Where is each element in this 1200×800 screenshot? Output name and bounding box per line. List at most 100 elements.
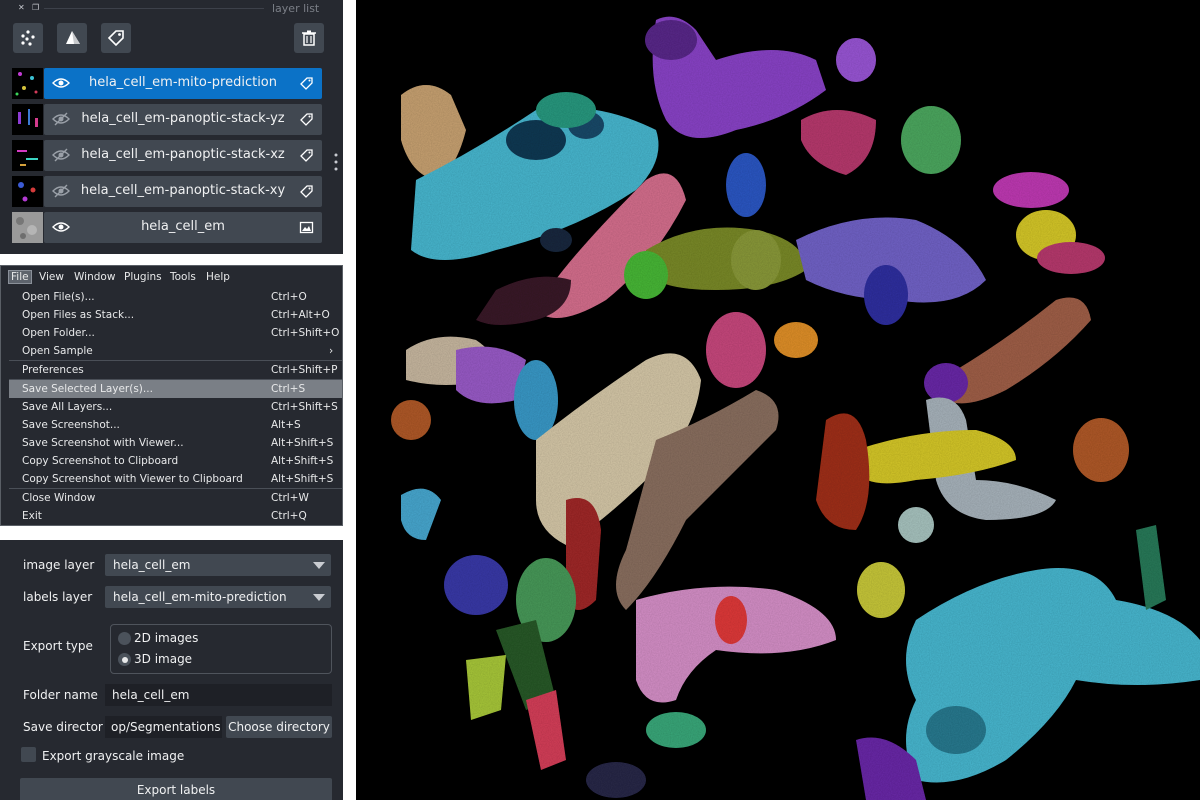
folder-name-field[interactable]: hela_cell_em	[105, 684, 332, 706]
undock-panel-icon[interactable]: ❐	[32, 3, 39, 12]
hidden-eye-icon[interactable]	[52, 111, 70, 127]
menu-bar: File View Window Plugins Tools Help	[1, 266, 342, 288]
menu-item-copy-screenshot[interactable]: Copy Screenshot to Clipboard Alt+Shift+S	[9, 452, 342, 470]
export-type-label: Export type	[23, 639, 93, 653]
menu-item-shortcut: Alt+Shift+S	[271, 473, 334, 485]
layer-name[interactable]: hela_cell_em-panoptic-stack-xz	[74, 147, 292, 162]
menu-item-copy-screenshot-viewer[interactable]: Copy Screenshot with Viewer to Clipboard…	[9, 470, 342, 488]
menu-item-save-screenshot[interactable]: Save Screenshot... Alt+S	[9, 416, 342, 434]
save-directory-value: op/Segmentations	[111, 720, 221, 734]
menu-item-label: Copy Screenshot to Clipboard	[22, 455, 179, 467]
shapes-layer-icon	[66, 31, 80, 44]
trash-icon	[302, 30, 316, 46]
menu-item-save-screenshot-viewer[interactable]: Save Screenshot with Viewer... Alt+Shift+…	[9, 434, 342, 452]
menu-help[interactable]: Help	[206, 271, 230, 283]
delete-layer-button[interactable]	[294, 23, 324, 53]
menu-item-label: Close Window	[22, 492, 96, 504]
new-shapes-layer-button[interactable]	[57, 23, 87, 53]
layer-list-title: layer list	[272, 2, 320, 15]
labels-layer-label: labels layer	[23, 590, 93, 604]
menu-item-shortcut: Ctrl+Q	[271, 510, 307, 522]
menu-item-shortcut: Alt+Shift+S	[271, 437, 334, 449]
menu-item-shortcut: Ctrl+Shift+S	[271, 401, 338, 413]
menu-tools[interactable]: Tools	[170, 271, 196, 283]
layer-row-hela-cell-em[interactable]: hela_cell_em	[12, 212, 322, 243]
menu-item-exit[interactable]: Exit Ctrl+Q	[9, 507, 342, 525]
menu-item-shortcut: Alt+S	[271, 419, 301, 431]
grayscale-checkbox[interactable]	[21, 747, 36, 762]
label-tag-icon	[300, 149, 313, 162]
save-directory-field[interactable]: op/Segmentations	[105, 716, 222, 738]
new-points-layer-button[interactable]	[13, 23, 43, 53]
image-layer-dropdown[interactable]: hela_cell_em	[105, 554, 331, 576]
label-tag-icon	[300, 77, 313, 90]
visibility-eye-icon[interactable]	[52, 75, 70, 91]
menu-item-save-selected-layers[interactable]: Save Selected Layer(s)... Ctrl+S	[9, 380, 342, 398]
labels-layer-icon	[107, 30, 124, 47]
menu-window[interactable]: Window	[74, 271, 115, 283]
file-menu-panel: File View Window Plugins Tools Help Open…	[0, 265, 343, 526]
labels-layer-dropdown[interactable]: hela_cell_em-mito-prediction	[105, 586, 331, 608]
visibility-eye-icon[interactable]	[52, 219, 70, 235]
chevron-down-icon	[313, 562, 325, 569]
panel-resize-handle[interactable]	[333, 152, 339, 172]
new-labels-layer-button[interactable]	[101, 23, 131, 53]
export-labels-button[interactable]: Export labels	[20, 778, 332, 800]
3d-viewer-canvas[interactable]	[356, 0, 1200, 800]
export-widget-panel: image layer hela_cell_em labels layer he…	[0, 540, 343, 800]
layer-row-panoptic-xy[interactable]: hela_cell_em-panoptic-stack-xy	[12, 176, 322, 207]
labels-layer-value: hela_cell_em-mito-prediction	[113, 590, 287, 604]
menu-item-label: Save Screenshot with Viewer...	[22, 437, 184, 449]
layer-name[interactable]: hela_cell_em	[74, 219, 292, 234]
layer-list-header: ✕ ❐ layer list	[0, 0, 343, 16]
menu-item-label: Open Folder...	[22, 327, 95, 339]
menu-item-label: Open Files as Stack...	[22, 309, 135, 321]
grayscale-label: Export grayscale image	[42, 749, 185, 763]
segmentation-3d-render	[391, 16, 1200, 800]
image-icon	[299, 221, 314, 234]
radio-3d-image[interactable]	[118, 653, 131, 666]
menu-item-shortcut: Alt+Shift+S	[271, 455, 334, 467]
export-type-group: 2D images 3D image	[110, 624, 332, 674]
folder-name-label: Folder name	[23, 688, 98, 702]
float-panel-icon[interactable]: ✕	[18, 3, 25, 12]
layer-row-panoptic-yz[interactable]: hela_cell_em-panoptic-stack-yz	[12, 104, 322, 135]
menu-item-label: Exit	[22, 510, 42, 522]
menu-item-label: Save Selected Layer(s)...	[22, 383, 153, 395]
menu-item-label: Copy Screenshot with Viewer to Clipboard	[22, 473, 243, 485]
menu-item-label: Preferences	[22, 364, 84, 376]
layer-row-mito-prediction[interactable]: hela_cell_em-mito-prediction	[12, 68, 322, 99]
layer-name[interactable]: hela_cell_em-mito-prediction	[74, 75, 292, 90]
layer-thumbnail	[12, 68, 43, 99]
menu-item-open-files[interactable]: Open File(s)... Ctrl+O	[9, 288, 342, 306]
menu-plugins[interactable]: Plugins	[124, 271, 162, 283]
image-layer-label: image layer	[23, 558, 95, 572]
menu-item-label: Save All Layers...	[22, 401, 113, 413]
folder-name-value: hela_cell_em	[112, 688, 190, 702]
radio-2d-images[interactable]	[118, 632, 131, 645]
menu-item-open-folder[interactable]: Open Folder... Ctrl+Shift+O	[9, 324, 342, 342]
menu-file[interactable]: File	[8, 270, 32, 284]
menu-item-shortcut: Ctrl+Shift+O	[271, 327, 340, 339]
menu-item-label: Save Screenshot...	[22, 419, 120, 431]
radio-2d-label: 2D images	[134, 631, 199, 645]
choose-directory-button[interactable]: Choose directory	[226, 716, 332, 738]
menu-item-open-sample[interactable]: Open Sample ›	[9, 342, 342, 360]
image-layer-value: hela_cell_em	[113, 558, 191, 572]
menu-item-shortcut: Ctrl+W	[271, 492, 309, 504]
layer-name[interactable]: hela_cell_em-panoptic-stack-xy	[74, 183, 292, 198]
hidden-eye-icon[interactable]	[52, 183, 70, 199]
save-directory-label: Save director	[23, 720, 103, 734]
menu-item-close-window[interactable]: Close Window Ctrl+W	[9, 489, 342, 507]
layer-row-panoptic-xz[interactable]: hela_cell_em-panoptic-stack-xz	[12, 140, 322, 171]
menu-view[interactable]: View	[39, 271, 64, 283]
label-tag-icon	[300, 185, 313, 198]
hidden-eye-icon[interactable]	[52, 147, 70, 163]
layer-thumbnail	[12, 140, 43, 171]
layer-thumbnail	[12, 104, 43, 135]
menu-item-save-all-layers[interactable]: Save All Layers... Ctrl+Shift+S	[9, 398, 342, 416]
menu-item-open-files-stack[interactable]: Open Files as Stack... Ctrl+Alt+O	[9, 306, 342, 324]
menu-item-label: Open File(s)...	[22, 291, 95, 303]
layer-name[interactable]: hela_cell_em-panoptic-stack-yz	[74, 111, 292, 126]
menu-item-preferences[interactable]: Preferences Ctrl+Shift+P	[9, 361, 342, 379]
